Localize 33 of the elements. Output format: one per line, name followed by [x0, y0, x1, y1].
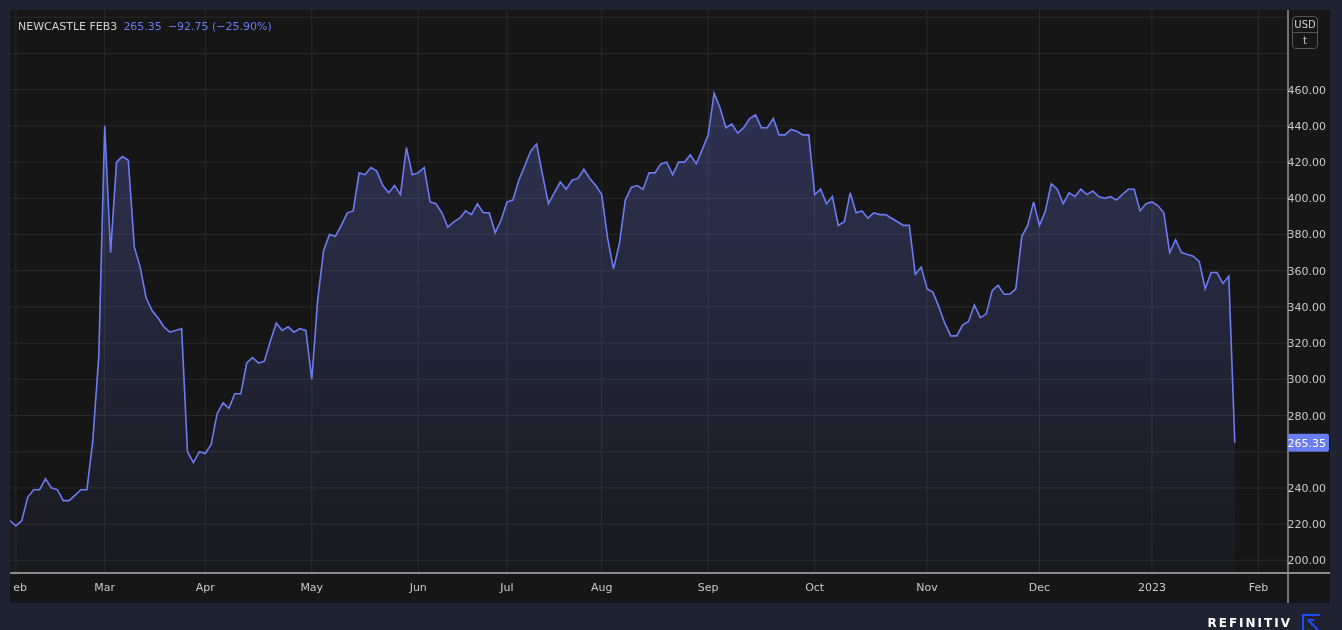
x-axis-label: eb: [13, 581, 27, 594]
y-axis-label: 360.00: [1287, 264, 1326, 278]
x-axis-label: May: [300, 581, 324, 594]
x-axis-label: Nov: [916, 581, 938, 594]
last-price-tag: 265.35: [1287, 433, 1329, 452]
y-axis-label: 220.00: [1287, 518, 1326, 532]
y-axis-label: 200.00: [1287, 554, 1326, 568]
brand-logo-icon: [1302, 614, 1320, 630]
y-axis-label: 400.00: [1287, 192, 1326, 206]
y-axis-label: 440.00: [1287, 119, 1326, 133]
x-axis-label: Sep: [697, 581, 719, 594]
y-axis-label: 380.00: [1287, 228, 1326, 242]
x-axis-label: Jul: [500, 581, 514, 594]
y-axis-label: 320.00: [1287, 337, 1326, 351]
x-axis-label: Jun: [409, 581, 427, 594]
y-axis-label: 340.00: [1287, 300, 1326, 314]
y-axis-label: 240.00: [1287, 481, 1326, 495]
x-axis-label: Aug: [590, 581, 613, 594]
currency-unit-button[interactable]: USD t: [1292, 16, 1318, 49]
y-axis-label: 460.00: [1287, 83, 1326, 97]
x-axis-label: Dec: [1028, 581, 1051, 594]
x-axis-label: Oct: [805, 581, 825, 594]
brand-name: REFINITIV: [1207, 616, 1292, 630]
y-axis-label: 280.00: [1287, 409, 1326, 423]
symbol-name: NEWCASTLE FEB3: [18, 20, 118, 33]
x-axis-label: Apr: [195, 581, 215, 594]
y-axis-label: 420.00: [1287, 156, 1326, 170]
price-change: −92.75 (−25.90%): [167, 20, 272, 33]
x-axis-label: Mar: [94, 581, 116, 594]
last-price: 265.35: [123, 20, 162, 33]
y-axis-label: 300.00: [1287, 373, 1326, 387]
x-axis-label: 2023: [1137, 581, 1166, 594]
x-axis-label: Feb: [1248, 581, 1269, 594]
